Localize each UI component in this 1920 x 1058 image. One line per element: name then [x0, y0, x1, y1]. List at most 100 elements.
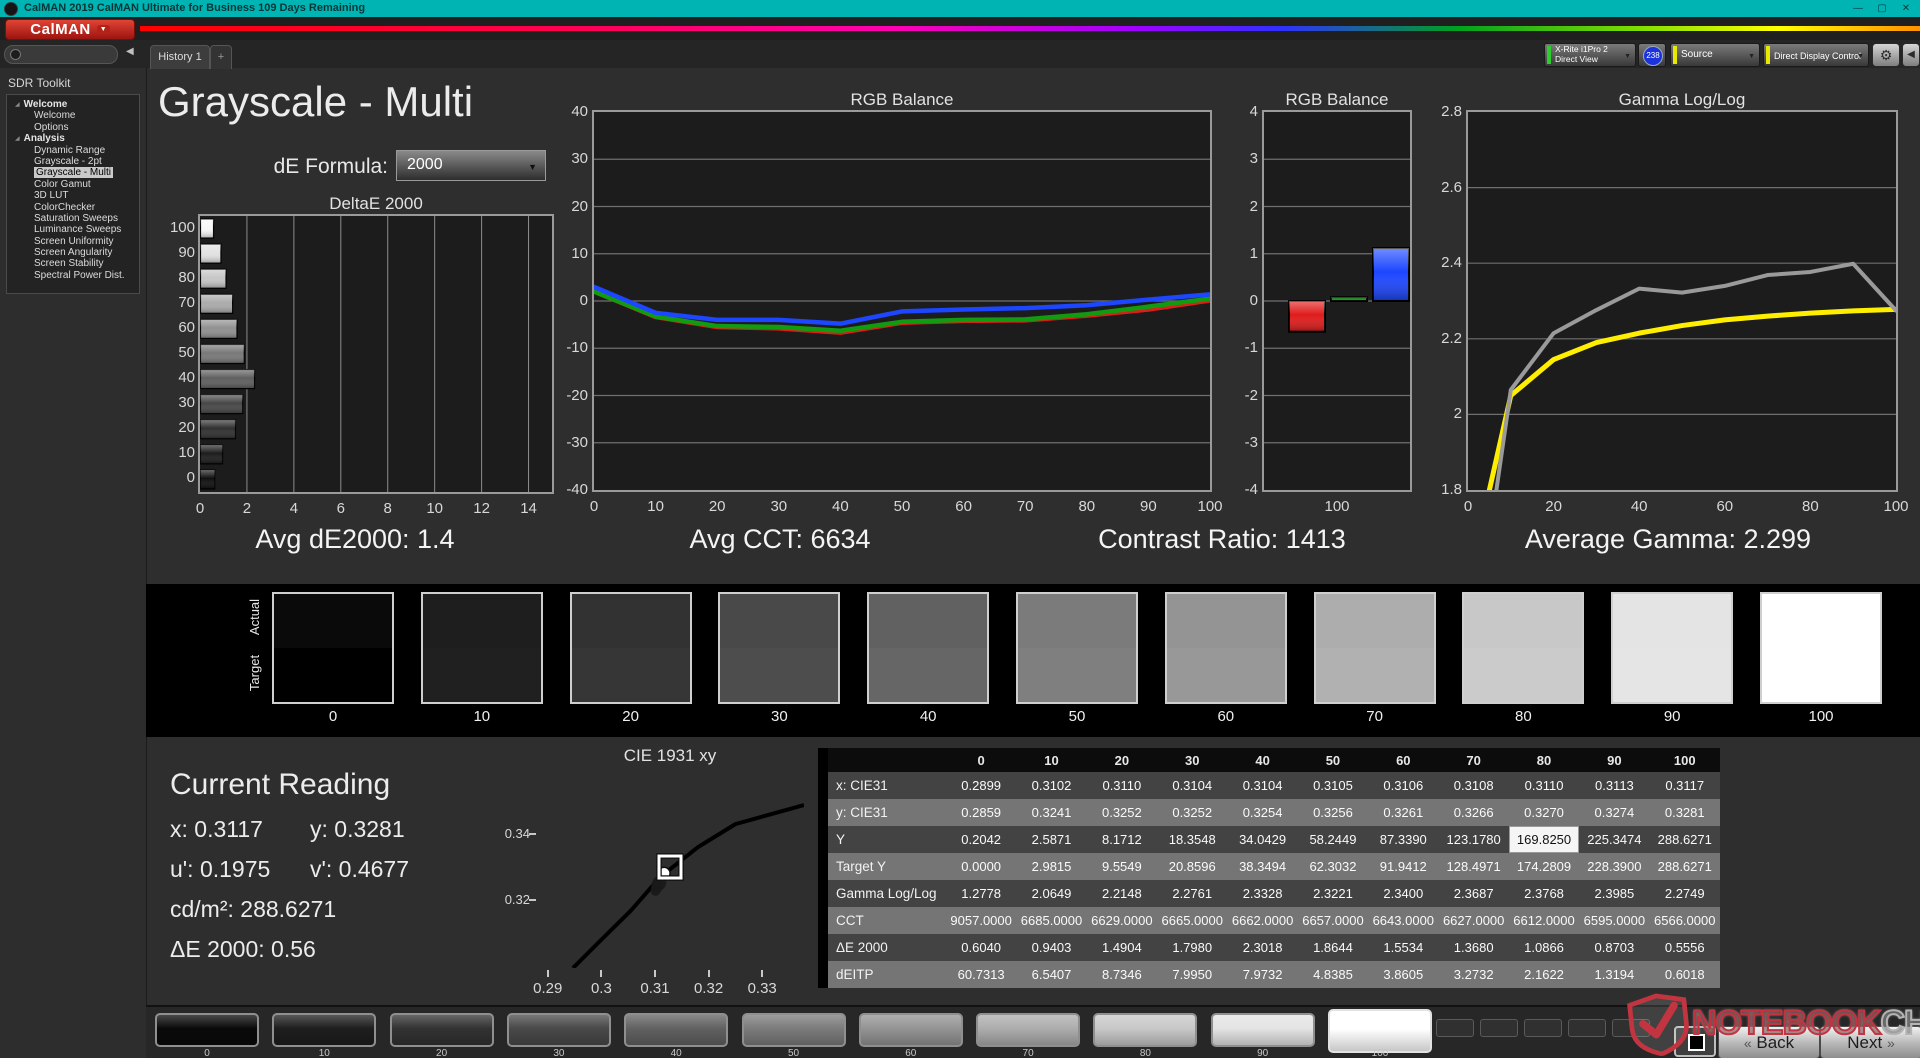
table-cell[interactable]: 0.3281	[1650, 799, 1720, 826]
table-cell[interactable]: 0.3108	[1438, 772, 1508, 799]
table-cell[interactable]: 2.2761	[1157, 880, 1227, 907]
table-cell[interactable]: 1.5534	[1368, 934, 1438, 961]
sidebar-collapse-icon[interactable]: ◀	[126, 46, 134, 57]
table-cell[interactable]: 58.2449	[1298, 826, 1368, 853]
table-cell[interactable]: 0.3110	[1087, 772, 1157, 799]
table-cell[interactable]: 174.2809	[1509, 853, 1579, 880]
table-cell[interactable]: 4.8385	[1298, 961, 1368, 988]
table-cell[interactable]: 2.1622	[1509, 961, 1579, 988]
table-cell[interactable]: 228.3900	[1579, 853, 1649, 880]
table-cell[interactable]: 288.6271	[1650, 853, 1720, 880]
table-cell[interactable]: 7.9950	[1157, 961, 1227, 988]
tree-group-welcome[interactable]: ◢ Welcome	[7, 99, 139, 110]
table-cell[interactable]: 9.5549	[1087, 853, 1157, 880]
settings-button[interactable]: ⚙	[1872, 43, 1900, 67]
table-cell[interactable]: 2.3768	[1509, 880, 1579, 907]
table-cell[interactable]: 6612.0000	[1509, 907, 1579, 934]
sidebar-item-grayscale-2pt[interactable]: Grayscale - 2pt	[7, 156, 139, 167]
minimize-button[interactable]: —	[1848, 0, 1868, 17]
table-cell[interactable]: 0.3266	[1438, 799, 1508, 826]
patch-thumb[interactable]	[1436, 1019, 1474, 1037]
tree-group-analysis[interactable]: ◢ Analysis	[7, 133, 139, 144]
table-cell[interactable]: 38.3494	[1227, 853, 1297, 880]
next-button[interactable]: Next »	[1820, 1026, 1920, 1058]
table-cell[interactable]: 0.3254	[1227, 799, 1297, 826]
sidebar-item-grayscale-multi[interactable]: Grayscale - Multi	[7, 167, 139, 179]
table-cell[interactable]: 8.1712	[1087, 826, 1157, 853]
patch-button-20[interactable]	[389, 1013, 494, 1047]
sidebar-item-spectral-power-dist-[interactable]: Spectral Power Dist.	[7, 270, 139, 281]
sidebar-item-dynamic-range[interactable]: Dynamic Range	[7, 145, 139, 156]
tab-add-button[interactable]: +	[210, 45, 232, 69]
sidebar-item-welcome[interactable]: Welcome	[7, 110, 139, 121]
sidebar-item-3d-lut[interactable]: 3D LUT	[7, 190, 139, 201]
patch-button-30[interactable]	[506, 1013, 611, 1047]
table-cell[interactable]: 0.3241	[1016, 799, 1086, 826]
table-cell[interactable]: 0.6040	[946, 934, 1016, 961]
table-cell[interactable]: 0.3104	[1227, 772, 1297, 799]
sidebar-item-saturation-sweeps[interactable]: Saturation Sweeps	[7, 213, 139, 224]
table-cell[interactable]: 1.0866	[1509, 934, 1579, 961]
table-cell[interactable]: 0.3256	[1298, 799, 1368, 826]
table-cell[interactable]: 2.3687	[1438, 880, 1508, 907]
table-cell[interactable]: 1.3680	[1438, 934, 1508, 961]
table-cell[interactable]: 2.0649	[1016, 880, 1086, 907]
calman-logo-menu[interactable]: CalMAN ▼	[5, 19, 135, 40]
meter-reading-badge[interactable]: 238	[1638, 43, 1666, 67]
table-cell[interactable]: 2.2148	[1087, 880, 1157, 907]
table-cell[interactable]: 169.8250	[1508, 826, 1580, 853]
table-cell[interactable]: 1.8644	[1298, 934, 1368, 961]
table-cell[interactable]: 128.4971	[1438, 853, 1508, 880]
table-cell[interactable]: 3.8605	[1368, 961, 1438, 988]
table-cell[interactable]: 0.3252	[1157, 799, 1227, 826]
display-control-selector[interactable]: Direct Display Control ▼	[1763, 43, 1869, 67]
table-cell[interactable]: 6643.0000	[1368, 907, 1438, 934]
table-cell[interactable]: 6665.0000	[1157, 907, 1227, 934]
table-cell[interactable]: 6662.0000	[1227, 907, 1297, 934]
table-cell[interactable]: 2.3985	[1579, 880, 1649, 907]
table-cell[interactable]: 0.3104	[1157, 772, 1227, 799]
table-cell[interactable]: 0.3113	[1579, 772, 1649, 799]
table-cell[interactable]: 1.4904	[1087, 934, 1157, 961]
patch-thumb[interactable]	[1524, 1019, 1562, 1037]
patch-button-10[interactable]	[272, 1013, 377, 1047]
table-cell[interactable]: 0.3117	[1650, 772, 1720, 799]
table-cell[interactable]: 0.3261	[1368, 799, 1438, 826]
table-cell[interactable]: 2.2749	[1650, 880, 1720, 907]
table-cell[interactable]: 0.3105	[1298, 772, 1368, 799]
sidebar-item-color-gamut[interactable]: Color Gamut	[7, 179, 139, 190]
stop-button[interactable]	[1674, 1026, 1716, 1057]
table-cell[interactable]: 9057.0000	[946, 907, 1016, 934]
patch-thumb[interactable]	[1568, 1019, 1606, 1037]
sidebar-item-luminance-sweeps[interactable]: Luminance Sweeps	[7, 224, 139, 235]
patch-button-70[interactable]	[976, 1013, 1081, 1047]
sidebar-item-options[interactable]: Options	[7, 122, 139, 133]
maximize-button[interactable]: ▢	[1872, 0, 1892, 17]
patch-button-60[interactable]	[858, 1013, 963, 1047]
table-cell[interactable]: 20.8596	[1157, 853, 1227, 880]
table-cell[interactable]: 3.2732	[1438, 961, 1508, 988]
table-cell[interactable]: 123.1780	[1438, 826, 1508, 853]
table-cell[interactable]: 0.3270	[1509, 799, 1579, 826]
table-cell[interactable]: 2.3221	[1298, 880, 1368, 907]
table-cell[interactable]: 62.3032	[1298, 853, 1368, 880]
table-cell[interactable]: 6595.0000	[1579, 907, 1649, 934]
table-cell[interactable]: 0.0000	[946, 853, 1016, 880]
table-cell[interactable]: 0.9403	[1016, 934, 1086, 961]
table-cell[interactable]: 0.2859	[946, 799, 1016, 826]
table-cell[interactable]: 288.6271	[1650, 826, 1720, 853]
table-cell[interactable]: 225.3474	[1579, 826, 1649, 853]
table-cell[interactable]: 7.9732	[1227, 961, 1297, 988]
table-cell[interactable]: 87.3390	[1368, 826, 1438, 853]
sidebar-item-screen-angularity[interactable]: Screen Angularity	[7, 247, 139, 258]
table-cell[interactable]: 6657.0000	[1298, 907, 1368, 934]
patch-button-100[interactable]	[1328, 1009, 1432, 1053]
table-cell[interactable]: 0.8703	[1579, 934, 1649, 961]
table-cell[interactable]: 1.7980	[1157, 934, 1227, 961]
sidebar-item-screen-stability[interactable]: Screen Stability	[7, 258, 139, 269]
table-cell[interactable]: 2.3018	[1227, 934, 1297, 961]
table-cell[interactable]: 1.2778	[946, 880, 1016, 907]
table-cell[interactable]: 91.9412	[1368, 853, 1438, 880]
patch-button-90[interactable]	[1210, 1013, 1315, 1047]
patch-button-0[interactable]	[155, 1013, 259, 1047]
